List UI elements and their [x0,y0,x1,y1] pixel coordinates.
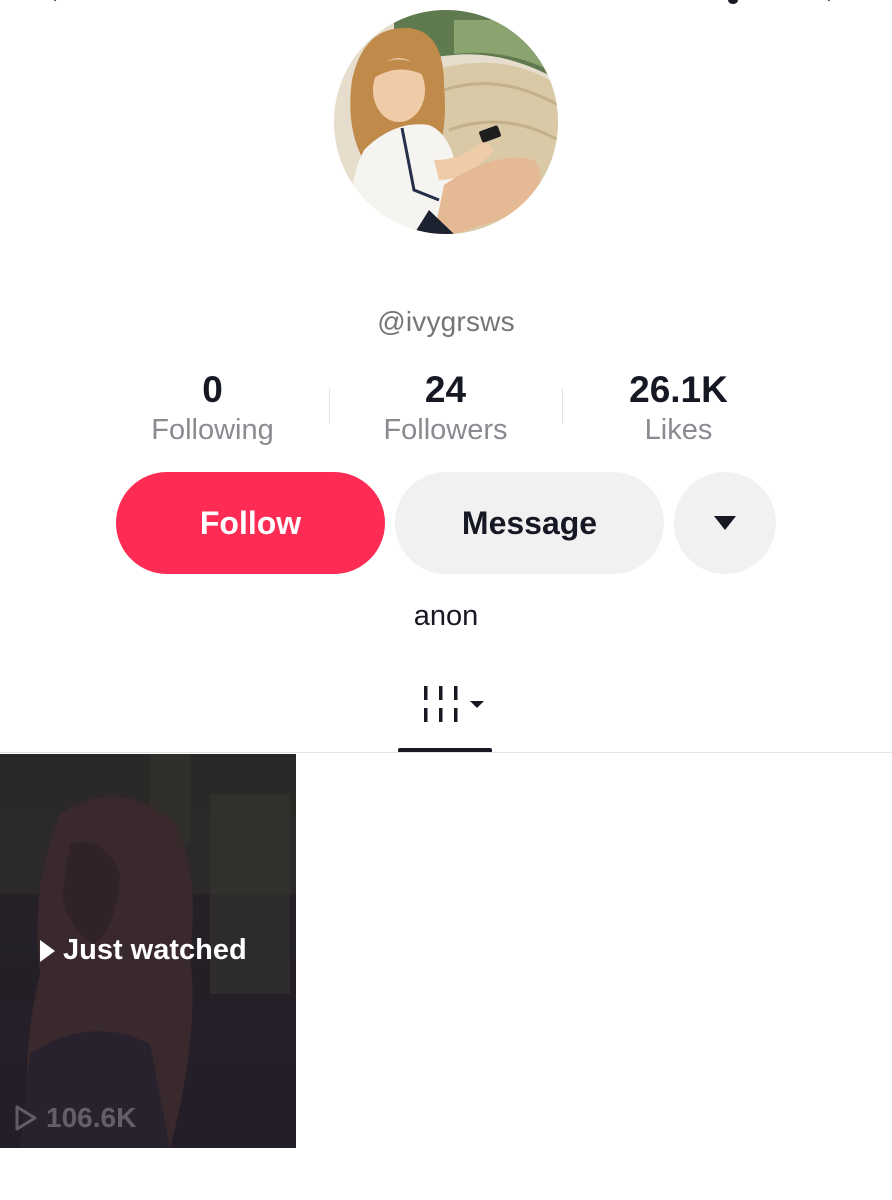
view-count-value: 106.6K [46,1102,137,1133]
followers-label: Followers [383,414,508,446]
following-label: Following [151,414,274,446]
likes-label: Likes [644,414,713,446]
follow-button[interactable]: Follow [116,472,385,574]
caret-down-icon [714,516,736,530]
back-icon[interactable] [52,0,64,6]
stat-divider [329,388,330,424]
share-icon[interactable] [820,0,832,6]
message-button[interactable]: Message [395,472,664,574]
just-watched-badge: Just watched [40,934,247,967]
more-button[interactable] [674,472,776,574]
tab-divider [0,752,892,753]
following-count: 0 [202,369,223,410]
username: @ivygrsws [377,306,515,337]
play-icon [40,939,55,962]
chevron-down-icon [470,701,484,708]
play-outline-icon [15,1105,37,1131]
stat-following[interactable]: 0 Following [96,368,329,452]
stat-followers[interactable]: 24 Followers [329,368,562,452]
bio: anon [413,600,479,632]
videos-grid-icon [424,686,484,722]
stat-divider [562,388,563,424]
followers-count: 24 [424,369,467,410]
view-count: 106.6K [14,1102,136,1134]
profile-stats: 0 Following 24 Followers 26.1K Likes [96,368,796,452]
likes-count: 26.1K [629,369,728,410]
bell-icon[interactable] [727,0,739,6]
just-watched-label: Just watched [63,934,247,966]
avatar[interactable] [334,10,558,234]
stat-likes[interactable]: 26.1K Likes [562,368,795,452]
tab-videos[interactable] [398,680,492,754]
